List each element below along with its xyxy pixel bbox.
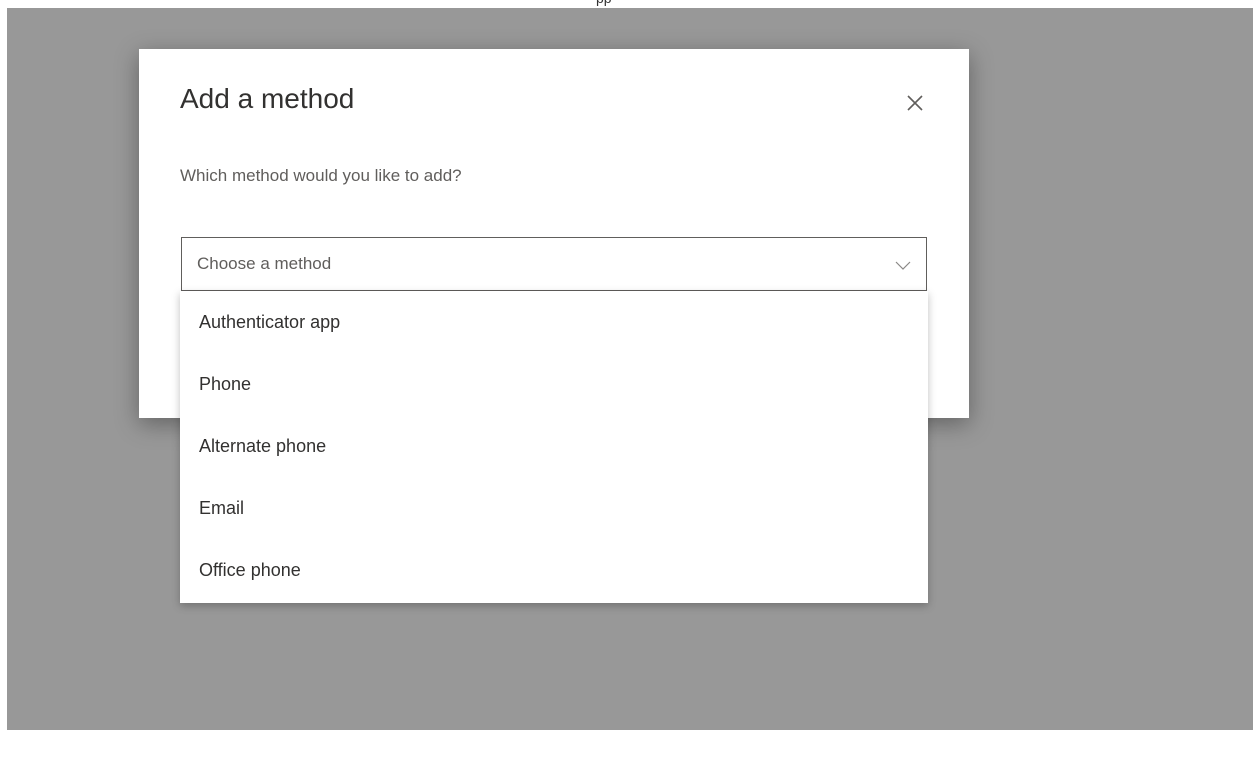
dialog-title: Add a method xyxy=(180,83,355,114)
close-button[interactable] xyxy=(901,89,929,117)
close-icon xyxy=(907,95,923,111)
option-office-phone[interactable]: Office phone xyxy=(180,539,928,601)
top-strip-cropped-text: pp xyxy=(596,0,612,6)
method-select[interactable]: Choose a method xyxy=(181,237,927,291)
method-select-value: Choose a method xyxy=(197,254,332,273)
bottom-strip xyxy=(0,730,1253,758)
option-phone[interactable]: Phone xyxy=(180,353,928,415)
dialog-question: Which method would you like to add? xyxy=(180,166,462,185)
method-dropdown-list: Authenticator app Phone Alternate phone … xyxy=(180,291,928,603)
option-alternate-phone[interactable]: Alternate phone xyxy=(180,415,928,477)
top-strip: pp xyxy=(0,0,1253,8)
option-authenticator-app[interactable]: Authenticator app xyxy=(180,291,928,353)
left-strip xyxy=(0,8,7,730)
chevron-down-icon xyxy=(895,261,911,270)
option-email[interactable]: Email xyxy=(180,477,928,539)
